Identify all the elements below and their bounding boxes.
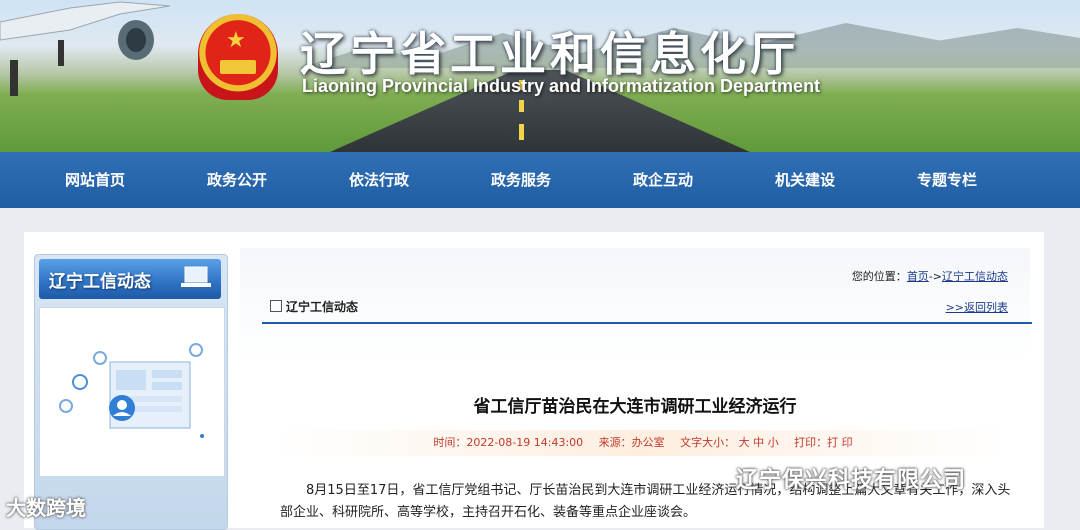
site-title: 辽宁省工业和信息化厅 xyxy=(300,28,800,80)
back-to-list-link[interactable]: >>返回列表 xyxy=(946,299,1008,315)
font-size-control[interactable]: 文字大小： 大 中 小 xyxy=(680,436,779,449)
breadcrumb-home-link[interactable]: 首页 xyxy=(907,270,929,283)
nav-home[interactable]: 网站首页 xyxy=(24,152,166,208)
breadcrumb-prefix: 您的位置： xyxy=(851,270,907,283)
header-banner: ★ 辽宁省工业和信息化厅 Liaoning Provincial Industr… xyxy=(0,0,1080,152)
national-emblem-icon: ★ xyxy=(198,14,278,100)
breadcrumb-separator: -> xyxy=(928,270,942,283)
watermark-left: 大数跨境 xyxy=(6,496,86,520)
site-subtitle: Liaoning Provincial Industry and Informa… xyxy=(302,76,821,96)
section-title: 辽宁工信动态 xyxy=(270,298,358,315)
nav-rule-of-law[interactable]: 依法行政 xyxy=(308,152,450,208)
article-time: 时间：2022-08-19 14:43:00 xyxy=(433,436,584,449)
section-divider xyxy=(262,322,1032,324)
sidebar-heading-label: 辽宁工信动态 xyxy=(49,272,151,292)
article-title: 省工信厅苗治民在大连市调研工业经济运行 xyxy=(473,397,797,417)
airplane-icon xyxy=(0,1,170,96)
breadcrumb-current-link[interactable]: 辽宁工信动态 xyxy=(942,270,1008,283)
laptop-icon xyxy=(181,266,211,287)
main-nav: 网站首页 政务公开 依法行政 政务服务 政企互动 机关建设 专题专栏 xyxy=(0,152,1080,208)
web-screen-illustration-icon xyxy=(59,343,204,438)
article-meta: 时间：2022-08-19 14:43:00 来源：办公室 文字大小： 大 中 … xyxy=(276,430,1010,456)
nav-party-building[interactable]: 机关建设 xyxy=(734,152,876,208)
nav-interaction[interactable]: 政企互动 xyxy=(592,152,734,208)
road-line xyxy=(519,124,524,140)
road-line xyxy=(519,100,524,112)
sidebar-illustration xyxy=(39,307,225,477)
edit-icon xyxy=(270,300,282,312)
print-control[interactable]: 打印：打 印 xyxy=(794,436,853,449)
breadcrumb: 您的位置：首页->辽宁工信动态 xyxy=(852,268,1008,284)
sidebar-heading[interactable]: 辽宁工信动态 xyxy=(39,259,221,299)
article-source: 来源：办公室 xyxy=(598,436,665,449)
nav-gov-affairs[interactable]: 政务公开 xyxy=(166,152,308,208)
watermark-right: 辽宁保兴科技有限公司 xyxy=(736,468,967,493)
nav-special-topics[interactable]: 专题专栏 xyxy=(876,152,1018,208)
sidebar: 辽宁工信动态 xyxy=(34,254,228,530)
nav-gov-services[interactable]: 政务服务 xyxy=(450,152,592,208)
section-title-label: 辽宁工信动态 xyxy=(286,300,359,314)
